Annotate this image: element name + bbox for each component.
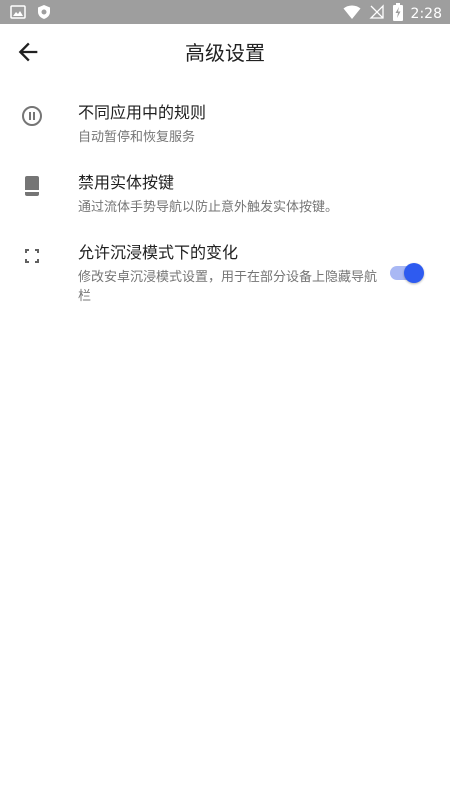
setting-title: 不同应用中的规则 (78, 103, 207, 122)
fullscreen-icon (20, 244, 44, 268)
battery-charging-icon (392, 3, 403, 25)
no-signal-icon (368, 4, 385, 24)
wifi-icon (343, 4, 361, 24)
setting-description: 修改安卓沉浸模式设置，用于在部分设备上隐藏导航栏 (78, 270, 378, 304)
app-bar: 高级设置 (0, 24, 450, 80)
page-title: 高级设置 (185, 41, 265, 65)
setting-item-disable-buttons[interactable]: 禁用实体按键 通过流体手势导航以防止意外触发实体按键。 (0, 158, 450, 228)
status-time: 2:28 (410, 6, 442, 22)
setting-title: 允许沉浸模式下的变化 (78, 243, 239, 262)
setting-title: 禁用实体按键 (78, 173, 175, 192)
setting-item-app-rules[interactable]: 不同应用中的规则 自动暂停和恢复服务 (0, 88, 450, 158)
setting-item-immersive-mode[interactable]: 允许沉浸模式下的变化 修改安卓沉浸模式设置，用于在部分设备上隐藏导航栏 (0, 228, 450, 304)
setting-description: 自动暂停和恢复服务 (78, 130, 196, 145)
status-bar: 2:28 (0, 0, 450, 24)
pause-circle-icon (20, 104, 44, 128)
shield-icon (36, 4, 52, 24)
phone-icon (20, 174, 44, 198)
status-left-icons (10, 4, 52, 24)
status-right-icons: 2:28 (343, 3, 442, 25)
settings-list: 不同应用中的规则 自动暂停和恢复服务 禁用实体按键 通过流体手势导航以防止意外触… (0, 88, 450, 304)
immersive-mode-toggle[interactable] (388, 263, 424, 283)
toggle-thumb (404, 263, 424, 283)
setting-description: 通过流体手势导航以防止意外触发实体按键。 (78, 200, 339, 215)
image-icon (10, 4, 26, 24)
